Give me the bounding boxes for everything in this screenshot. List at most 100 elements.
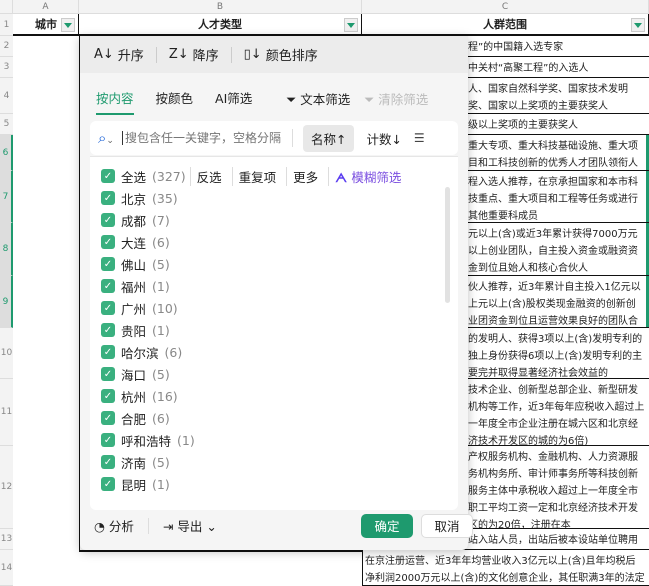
divider xyxy=(155,46,157,63)
filter-value-item[interactable]: ✓ 海口 (5) xyxy=(101,364,170,384)
label: 贵阳 xyxy=(121,323,147,339)
panel-footer: ◔ 分析 ⇥ 导出 ⌄ 确定 取消 xyxy=(94,513,473,538)
column-header-b[interactable]: B xyxy=(79,0,362,14)
row-header[interactable]: 2 xyxy=(0,36,13,57)
filter-value-item[interactable]: ✓ 合肥 (6) xyxy=(101,408,170,428)
color-sort-button[interactable]: ▯↓ 颜色排序 xyxy=(244,45,330,64)
filter-value-item[interactable]: ✓ 呼和浩特 (1) xyxy=(101,430,195,450)
row-header[interactable]: 3 xyxy=(0,57,13,78)
label: 导出 xyxy=(177,519,203,534)
row-header[interactable]: 13 xyxy=(0,529,13,550)
checkbox-checked[interactable]: ✓ xyxy=(101,367,115,381)
scrollbar[interactable] xyxy=(445,187,450,303)
label: 全选 xyxy=(121,169,147,185)
tab-ai-filter[interactable]: AI筛选 xyxy=(215,88,252,115)
filter-value-item[interactable]: ✓ 福州 (1) xyxy=(101,276,170,296)
checkbox-checked[interactable]: ✓ xyxy=(101,279,115,293)
row-header[interactable]: 6 xyxy=(0,135,13,171)
checkbox-checked[interactable]: ✓ xyxy=(101,345,115,359)
color-sort-icon: ▯↓ xyxy=(243,47,262,62)
checkbox-checked[interactable]: ✓ xyxy=(101,323,115,337)
search-scope-icon[interactable]: ⌕⌄ xyxy=(98,129,114,147)
text-filter-button[interactable]: ⏷ 文本筛选 xyxy=(286,89,350,114)
sort-descending-button[interactable]: Z↓ 降序 xyxy=(169,45,231,64)
checkbox-checked[interactable]: ✓ xyxy=(101,477,115,491)
search-bar: ⌕⌄ 名称↑ 计数↓ ☰ xyxy=(90,121,458,155)
row-border xyxy=(79,550,362,552)
row-header[interactable]: 10 xyxy=(0,328,13,379)
count: (6) xyxy=(152,234,170,250)
search-input[interactable] xyxy=(121,131,292,145)
checkbox-checked[interactable]: ✓ xyxy=(101,213,115,227)
invert-selection-link[interactable]: 反选 xyxy=(189,166,228,186)
filter-value-item[interactable]: ✓ 杭州 (16) xyxy=(101,386,178,406)
sort-ascending-button[interactable]: A↓ 升序 xyxy=(94,45,156,64)
tab-by-color[interactable]: 按颜色 xyxy=(156,88,194,115)
header-cell-city[interactable]: 城市 xyxy=(13,14,79,36)
list-settings-icon[interactable]: ☰ xyxy=(414,131,425,145)
filter-value-item[interactable]: ✓ 北京 (35) xyxy=(101,188,178,208)
label: 降序 xyxy=(192,49,219,64)
filter-dropdown-button[interactable] xyxy=(631,18,645,32)
label: 杭州 xyxy=(121,389,147,405)
more-link[interactable]: 更多 xyxy=(286,166,324,186)
filter-value-item[interactable]: ✓ 昆明 (1) xyxy=(101,474,170,494)
row-header[interactable]: 12 xyxy=(0,446,13,529)
checkbox-checked[interactable]: ✓ xyxy=(101,411,115,425)
label: 福州 xyxy=(121,279,147,295)
divider xyxy=(230,46,232,63)
row-header[interactable]: 8 xyxy=(0,223,13,276)
checkbox-checked[interactable]: ✓ xyxy=(101,191,115,205)
header-cell-talent-type[interactable]: 人才类型 xyxy=(79,14,362,36)
filter-value-item[interactable]: ✓ 大连 (6) xyxy=(101,232,170,252)
row-header[interactable]: 11 xyxy=(0,379,13,446)
checkbox-checked[interactable]: ✓ xyxy=(101,301,115,315)
filter-value-item[interactable]: ✓ 成都 (7) xyxy=(101,210,170,230)
label: 颜色排序 xyxy=(265,49,318,64)
header-cell-population[interactable]: 人群范围 xyxy=(362,14,649,36)
filter-value-item[interactable]: ✓ 哈尔滨 (6) xyxy=(101,342,182,362)
row-header[interactable]: 1 xyxy=(0,14,13,36)
header-text: 城市 xyxy=(35,18,57,31)
export-button[interactable]: ⇥ 导出 ⌄ xyxy=(163,516,217,535)
filter-value-item[interactable]: ✓ 济南 (5) xyxy=(101,452,170,472)
count: (5) xyxy=(152,454,170,470)
row-header[interactable]: 14 xyxy=(0,550,13,586)
checkbox-checked[interactable]: ✓ xyxy=(101,433,115,447)
sort-bar: A↓ 升序 Z↓ 降序 ▯↓ 颜色排序 xyxy=(80,36,468,73)
filter-dropdown-button[interactable] xyxy=(344,18,358,32)
filter-value-item[interactable]: ✓ 佛山 (5) xyxy=(101,254,170,274)
header-text: 人才类型 xyxy=(198,18,242,31)
label: 清除筛选 xyxy=(378,92,429,107)
cell-population[interactable]: 在京注册运营、近3年年均营业收入3亿元以上(含)且年均税后净利润2000万元以上… xyxy=(362,550,649,586)
row-header[interactable]: 5 xyxy=(0,114,13,135)
corner-select-all[interactable] xyxy=(0,0,13,14)
fuzzy-filter-link[interactable]: ᗅ 模糊筛选 xyxy=(328,166,407,186)
column-header-a[interactable]: A xyxy=(13,0,79,14)
filter-dropdown-button[interactable] xyxy=(61,18,75,32)
checkbox-checked[interactable]: ✓ xyxy=(101,389,115,403)
column-header-c[interactable]: C xyxy=(362,0,649,14)
divider xyxy=(147,517,149,534)
analyze-button[interactable]: ◔ 分析 xyxy=(94,516,134,535)
checkbox-checked[interactable]: ✓ xyxy=(101,169,115,183)
sort-by-count-button[interactable]: 计数↓ xyxy=(366,129,401,148)
confirm-button[interactable]: 确定 xyxy=(361,513,413,538)
row-header[interactable]: 9 xyxy=(0,276,13,328)
checkbox-checked[interactable]: ✓ xyxy=(101,455,115,469)
cancel-button[interactable]: 取消 xyxy=(421,513,473,538)
checkbox-checked[interactable]: ✓ xyxy=(101,257,115,271)
select-all-item[interactable]: ✓ 全选 (327) 反选 重复项 更多 ᗅ 模糊筛选 xyxy=(101,166,407,186)
count: (10) xyxy=(152,300,178,316)
checkbox-checked[interactable]: ✓ xyxy=(101,235,115,249)
label: 北京 xyxy=(121,191,147,207)
sort-desc-icon: Z↓ xyxy=(168,47,189,62)
duplicates-link[interactable]: 重复项 xyxy=(231,166,283,186)
row-header[interactable]: 7 xyxy=(0,171,13,223)
tab-by-content[interactable]: 按内容 xyxy=(96,88,134,115)
filter-value-item[interactable]: ✓ 贵阳 (1) xyxy=(101,320,170,340)
filter-value-item[interactable]: ✓ 广州 (10) xyxy=(101,298,178,318)
clear-filter-button[interactable]: ⏷ 清除筛选 xyxy=(364,89,428,114)
row-header[interactable]: 4 xyxy=(0,78,13,114)
sort-by-name-button[interactable]: 名称↑ xyxy=(302,124,355,152)
